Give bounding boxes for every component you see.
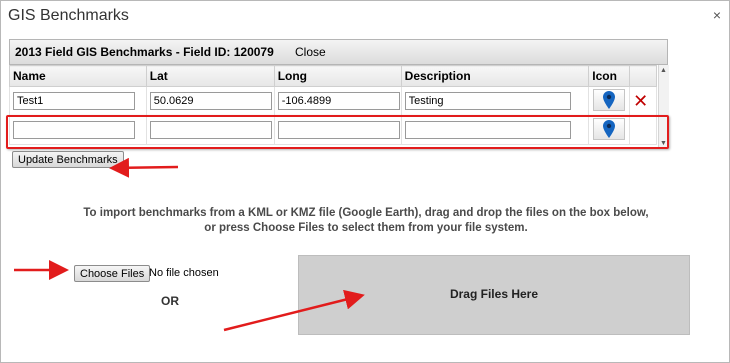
- column-header-description: Description: [400, 65, 590, 87]
- lat-cell: [145, 86, 275, 116]
- table-header-row: Name Lat Long Description Icon: [9, 65, 657, 87]
- column-header-actions: [629, 65, 657, 87]
- delete-icon[interactable]: ✕: [633, 91, 648, 111]
- name-cell: [9, 115, 147, 145]
- import-instructions: To import benchmarks from a KML or KMZ f…: [61, 206, 671, 236]
- table-row: [9, 115, 657, 145]
- benchmarks-table: Name Lat Long Description Icon Test1 50.…: [9, 65, 657, 145]
- lat-input[interactable]: [149, 92, 272, 110]
- description-cell: [400, 115, 590, 145]
- column-header-name: Name: [9, 65, 147, 87]
- dialog-close-icon[interactable]: ×: [713, 7, 721, 23]
- column-header-long: Long: [273, 65, 402, 87]
- table-row: ✕: [9, 86, 657, 116]
- name-cell: [9, 86, 147, 116]
- benchmarks-panel: 2013 Field GIS Benchmarks - Field ID: 12…: [9, 39, 669, 149]
- new-long-input[interactable]: [277, 121, 400, 139]
- file-status: No file chosen: [149, 267, 219, 279]
- map-pin-icon: [603, 90, 616, 109]
- gis-benchmarks-dialog: GIS Benchmarks × 2013 Field GIS Benchmar…: [0, 0, 730, 363]
- long-input[interactable]: [277, 92, 400, 110]
- new-description-input[interactable]: [404, 121, 571, 139]
- new-icon-picker-button[interactable]: [593, 117, 626, 140]
- name-input[interactable]: [13, 92, 135, 110]
- lat-cell: [145, 115, 275, 145]
- dialog-title: GIS Benchmarks: [8, 7, 129, 24]
- or-label: OR: [161, 294, 179, 308]
- scroll-up-icon[interactable]: ▲: [660, 67, 667, 74]
- description-input[interactable]: [404, 92, 571, 110]
- column-header-icon: Icon: [588, 65, 631, 87]
- new-lat-input[interactable]: [149, 121, 272, 139]
- dialog-titlebar: GIS Benchmarks ×: [1, 1, 729, 31]
- long-cell: [273, 115, 402, 145]
- panel-close-link[interactable]: Close: [295, 45, 326, 59]
- icon-picker-button[interactable]: [593, 88, 626, 111]
- instructions-line-1: To import benchmarks from a KML or KMZ f…: [83, 207, 649, 219]
- drop-zone-label: Drag Files Here: [449, 287, 539, 301]
- choose-files-button[interactable]: Choose Files: [74, 265, 151, 282]
- icon-cell: [588, 86, 631, 116]
- panel-title: 2013 Field GIS Benchmarks - Field ID: 12…: [15, 45, 274, 59]
- instructions-line-2: or press Choose Files to select them fro…: [204, 222, 528, 234]
- delete-cell: ✕: [629, 86, 657, 116]
- icon-cell: [588, 115, 631, 145]
- long-cell: [273, 86, 402, 116]
- table-scrollbar[interactable]: ▲ ▼: [658, 65, 669, 149]
- delete-cell: [629, 115, 657, 145]
- column-header-lat: Lat: [145, 65, 275, 87]
- new-name-input[interactable]: [13, 121, 135, 139]
- scroll-down-icon[interactable]: ▼: [660, 140, 667, 147]
- panel-header: 2013 Field GIS Benchmarks - Field ID: 12…: [9, 39, 668, 65]
- file-drop-zone[interactable]: Drag Files Here: [298, 255, 690, 335]
- description-cell: [400, 86, 590, 116]
- update-benchmarks-button[interactable]: Update Benchmarks: [12, 151, 124, 168]
- map-pin-icon: [603, 119, 616, 138]
